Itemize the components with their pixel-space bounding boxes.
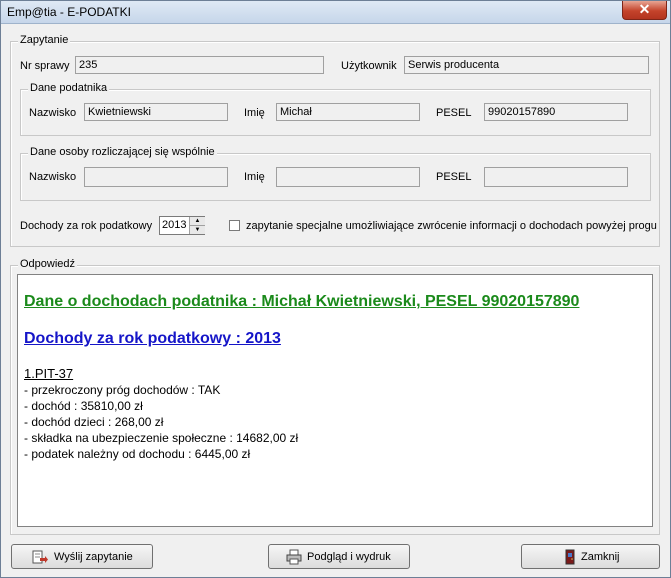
taxpayer-name-field[interactable]: Michał [276, 103, 420, 121]
send-query-icon [32, 550, 48, 564]
case-no-field[interactable]: 235 [75, 56, 324, 74]
close-button[interactable]: Zamknij [521, 544, 660, 569]
answer-line-income: - dochód : 35810,00 zł [24, 399, 143, 413]
spin-down-arrow-icon[interactable]: ▼ [189, 226, 205, 234]
joint-surname-label: Nazwisko [29, 171, 77, 183]
answer-pit-title: 1.PIT-37 [24, 366, 74, 381]
preview-print-label: Podgląd i wydruk [307, 551, 391, 563]
printer-icon [286, 549, 302, 565]
send-query-button[interactable]: Wyślij zapytanie [11, 544, 153, 569]
tax-year-value[interactable]: 2013 [162, 219, 186, 231]
user-label: Użytkownik [341, 60, 397, 72]
joint-taxpayer-legend: Dane osoby rozliczającej się wspólnie [28, 146, 217, 158]
tax-year-spinner[interactable]: 2013 ▲ ▼ [159, 216, 205, 235]
query-legend: Zapytanie [18, 34, 71, 46]
window-title: Emp@tia - E-PODATKI [7, 5, 131, 19]
case-no-label: Nr sprawy [20, 60, 70, 72]
tax-year-label: Dochody za rok podatkowy [20, 220, 153, 232]
user-field[interactable]: Serwis producenta [404, 56, 649, 74]
answer-line-tax-due: - podatek należny od dochodu : 6445,00 z… [24, 447, 251, 461]
exit-door-icon [565, 549, 575, 565]
spin-up-arrow-icon[interactable]: ▲ [189, 217, 205, 226]
answer-taxpayer-heading: Dane o dochodach podatnika : Michał Kwie… [24, 293, 580, 310]
taxpayer-surname-label: Nazwisko [29, 107, 77, 119]
joint-pesel-label: PESEL [436, 171, 472, 183]
app-window: Emp@tia - E-PODATKI ✕ Zapytanie Nr spraw… [0, 0, 671, 578]
special-query-label[interactable]: zapytanie specjalne umożliwiające zwróce… [246, 220, 657, 232]
joint-pesel-field[interactable] [484, 167, 628, 187]
answer-line-social-insurance: - składka na ubezpieczenie społeczne : 1… [24, 431, 299, 445]
special-query-checkbox[interactable] [229, 220, 240, 231]
joint-name-label: Imię [244, 171, 265, 183]
answer-line-threshold: - przekroczony próg dochodów : TAK [24, 383, 221, 397]
joint-surname-field[interactable] [84, 167, 228, 187]
send-query-label: Wyślij zapytanie [54, 551, 133, 563]
answer-line-children-income: - dochód dzieci : 268,00 zł [24, 415, 164, 429]
close-label: Zamknij [581, 551, 620, 563]
taxpayer-legend: Dane podatnika [28, 82, 110, 94]
window-close-button[interactable]: ✕ [622, 1, 667, 20]
answer-year-heading: Dochody za rok podatkowy : 2013 [24, 330, 281, 347]
preview-print-button[interactable]: Podgląd i wydruk [268, 544, 410, 569]
taxpayer-pesel-label: PESEL [436, 107, 472, 119]
taxpayer-pesel-field[interactable]: 99020157890 [484, 103, 628, 121]
taxpayer-name-label: Imię [244, 107, 265, 119]
answer-panel[interactable]: Dane o dochodach podatnika : Michał Kwie… [17, 274, 653, 527]
taxpayer-surname-field[interactable]: Kwietniewski [84, 103, 228, 121]
title-bar[interactable]: Emp@tia - E-PODATKI ✕ [1, 1, 670, 24]
answer-legend: Odpowiedź [18, 258, 78, 270]
joint-name-field[interactable] [276, 167, 420, 187]
